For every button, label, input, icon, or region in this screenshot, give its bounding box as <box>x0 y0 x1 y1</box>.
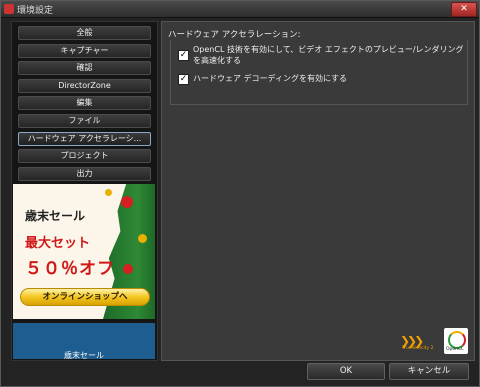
sidebar-item-file[interactable]: ファイル <box>18 113 151 128</box>
sidebar-item-general[interactable]: 全般 <box>18 26 151 40</box>
app-icon <box>4 4 14 14</box>
ornament-icon <box>123 264 133 274</box>
title-bar[interactable]: 環境設定 ✕ <box>1 1 479 18</box>
sale-banner[interactable]: 歳末セール 最大セット ５０％オフ オンラインショップへ <box>13 184 155 319</box>
ornament-icon <box>105 189 112 196</box>
window-title: 環境設定 <box>17 6 54 16</box>
ornament-icon <box>121 196 133 208</box>
opencl-checkbox[interactable]: ✓ <box>178 50 189 61</box>
sidebar-item-editing[interactable]: 編集 <box>18 96 151 111</box>
opencl-logo: OpenCL <box>444 328 468 354</box>
opencl-logo-label: OpenCL <box>446 347 464 352</box>
hardware-decoding-label[interactable]: ハードウェア デコーディングを有効にする <box>193 73 347 84</box>
dialog-footer: OK キャンセル <box>1 359 479 386</box>
online-shop-button[interactable]: オンラインショップへ <box>20 288 150 306</box>
opencl-option-line2: を高速化する <box>193 56 241 65</box>
section-heading: ハードウェア アクセラレーション: <box>168 30 301 40</box>
banner-subtitle: 最大セット <box>25 236 91 251</box>
cancel-button[interactable]: キャンセル <box>389 363 469 380</box>
preferences-window: 環境設定 ✕ 全般 キャプチャー 確認 DirectorZone 編集 ファイル… <box>0 0 480 387</box>
truevelocity-logo: ❯❯❯ TrueVelocity 2 <box>400 330 436 354</box>
truevelocity-logo-label: TrueVelocity 2 <box>402 346 434 351</box>
hardware-decoding-checkbox[interactable]: ✓ <box>178 74 189 85</box>
opencl-option-label[interactable]: OpenCL 技術を有効にして、ビデオ エフェクトのプレビュー/レンダリング を… <box>193 44 464 66</box>
banner-title: 歳末セール <box>25 209 86 223</box>
ornament-icon <box>138 234 147 243</box>
sidebar-item-output[interactable]: 出力 <box>18 166 151 181</box>
sidebar-item-directorzone[interactable]: DirectorZone <box>18 78 151 93</box>
sidebar-item-hardware-acceleration[interactable]: ハードウェア アクセラレーシ... <box>18 131 151 146</box>
sidebar-item-project[interactable]: プロジェクト <box>18 149 151 164</box>
banner-discount: ５０％オフ <box>25 259 115 279</box>
settings-panel: ハードウェア アクセラレーション: ✓ OpenCL 技術を有効にして、ビデオ … <box>161 21 475 361</box>
close-button[interactable]: ✕ <box>451 2 477 17</box>
secondary-banner[interactable]: 歳末セール <box>13 323 155 360</box>
sidebar-item-capture[interactable]: キャプチャー <box>18 43 151 58</box>
opencl-option-line1: OpenCL 技術を有効にして、ビデオ エフェクトのプレビュー/レンダリング <box>193 45 464 54</box>
ok-button[interactable]: OK <box>307 363 385 380</box>
category-nav: 全般 キャプチャー 確認 DirectorZone 編集 ファイル ハードウェア… <box>18 26 151 184</box>
sidebar-item-confirmation[interactable]: 確認 <box>18 61 151 76</box>
